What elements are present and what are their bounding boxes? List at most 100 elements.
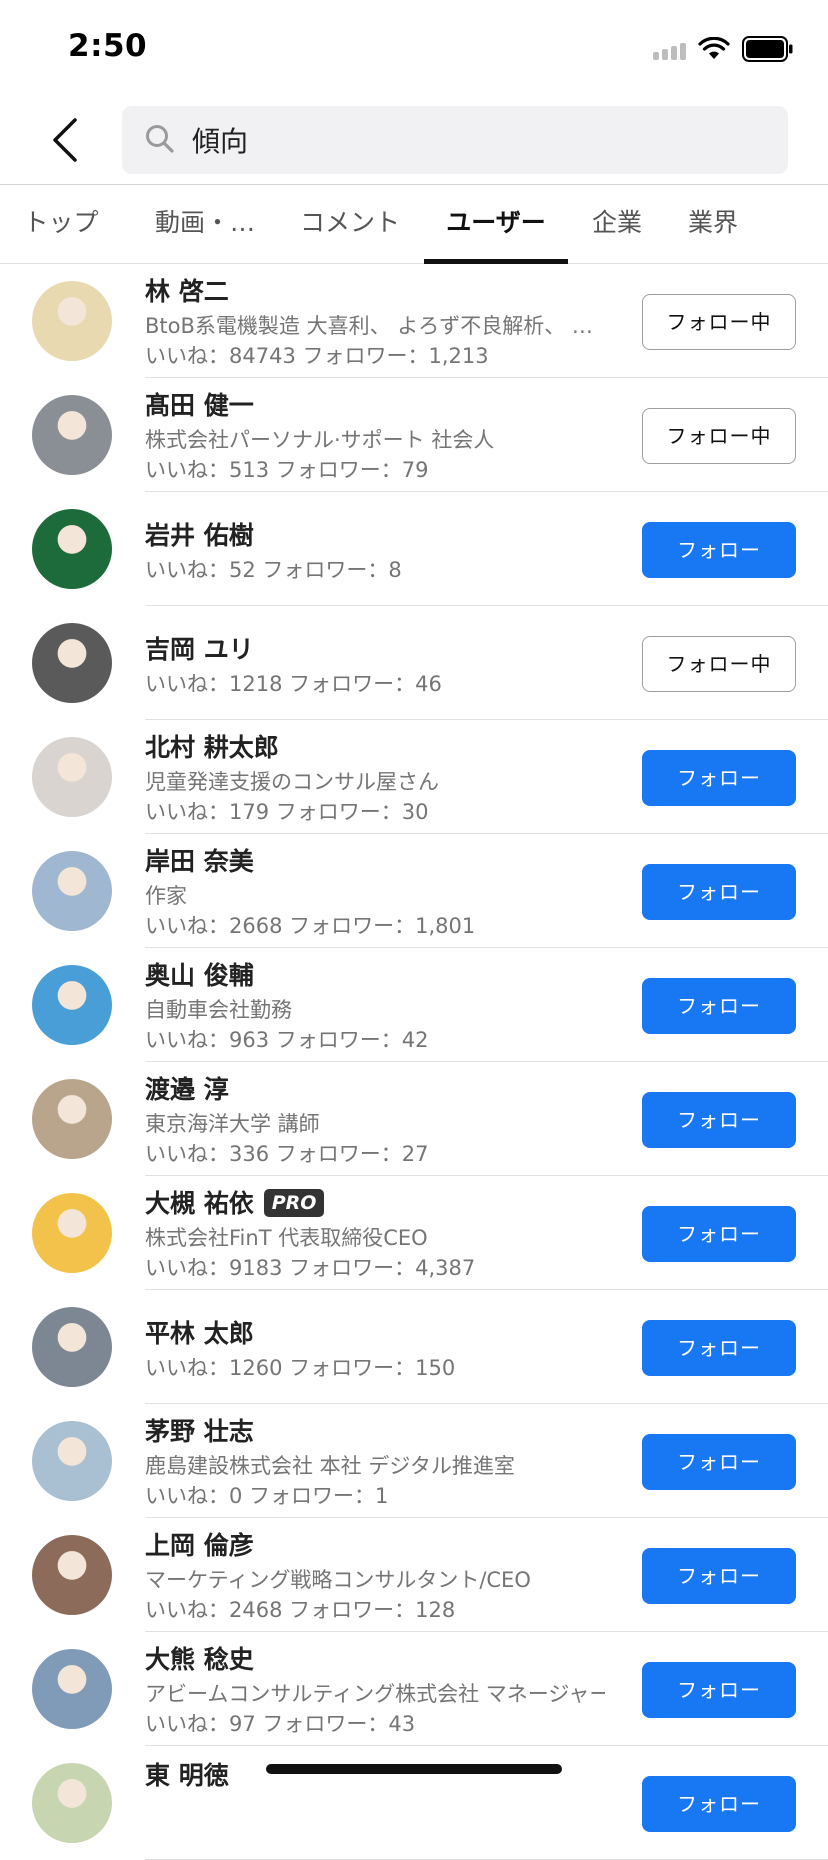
user-stats: いいね：336 フォロワー：27 (145, 1142, 429, 1166)
following-button[interactable]: フォロー中 (642, 294, 796, 350)
search-input[interactable] (192, 106, 752, 174)
tab-bar: トップ 動画・… コメント ユーザー 企業 業界 (0, 185, 828, 264)
search-icon (146, 125, 174, 153)
user-name-row: 岸田 奈美 (145, 842, 254, 878)
user-stats: いいね：513 フォロワー：79 (145, 458, 429, 482)
avatar[interactable] (32, 851, 112, 931)
user-name: 岸田 奈美 (145, 847, 254, 876)
tab-users[interactable]: ユーザー (424, 185, 568, 264)
user-name-row: 渡邉 淳 (145, 1070, 229, 1106)
user-row[interactable]: 奥山 俊輔 自動車会社勤務 いいね：963 フォロワー：42 フォロー (0, 948, 828, 1062)
user-row[interactable]: 林 啓二 BtoB系電機製造 大喜利、 よろず不良解析、 … いいね：84743 フ… (0, 264, 828, 378)
follow-button[interactable]: フォロー (642, 1548, 796, 1604)
avatar[interactable] (32, 965, 112, 1045)
user-name-row: 北村 耕太郎 (145, 728, 279, 764)
user-name: 上岡 倫彦 (145, 1531, 254, 1560)
search-box[interactable] (122, 106, 788, 174)
search-header (0, 96, 828, 185)
pro-badge: PRO (263, 1189, 325, 1217)
tab-industries[interactable]: 業界 (676, 185, 750, 263)
user-stats: いいね：1218 フォロワー：46 (145, 672, 442, 696)
tab-top[interactable]: トップ (0, 185, 122, 263)
follow-button[interactable]: フォロー (642, 1320, 796, 1376)
avatar[interactable] (32, 395, 112, 475)
tab-label: ユーザー (446, 208, 546, 237)
user-row[interactable]: 大熊 稔史 アビームコンサルティング株式会社 マネージャー いいね：97 フォロワー… (0, 1632, 828, 1746)
user-name: 吉岡 ユリ (145, 635, 254, 664)
user-stats: いいね：52 フォロワー：8 (145, 558, 402, 582)
back-button[interactable] (40, 110, 90, 170)
user-stats: いいね：179 フォロワー：30 (145, 800, 429, 824)
tab-label: トップ (23, 208, 99, 237)
user-stats: いいね：1260 フォロワー：150 (145, 1356, 456, 1380)
tab-videos[interactable]: 動画・… (140, 185, 270, 263)
following-button[interactable]: フォロー中 (642, 636, 796, 692)
user-name-row: 大槻 祐依 PRO (145, 1184, 325, 1220)
follow-button[interactable]: フォロー (642, 750, 796, 806)
wifi-icon (698, 37, 730, 61)
user-name: 北村 耕太郎 (145, 733, 279, 762)
user-row[interactable]: 渡邉 淳東京海洋大学 講師 いいね：336 フォロワー：27 フォロー (0, 1062, 828, 1176)
user-name-row: 茅野 壮志 (145, 1412, 254, 1448)
user-description: 自動車会社勤務 (145, 998, 292, 1022)
user-description: 作家 (145, 884, 187, 908)
battery-icon (742, 36, 794, 62)
user-row[interactable]: 北村 耕太郎児童発達支援のコンサル屋さん いいね：179 フォロワー：30 フォロー (0, 720, 828, 834)
user-row[interactable]: 平林 太郎いいね：1260 フォロワー：150 フォロー (0, 1290, 828, 1404)
user-row[interactable]: 上岡 倫彦 マーケティング戦略コンサルタント/CEO いいね：2468 フォロワー：… (0, 1518, 828, 1632)
user-stats: いいね：2468 フォロワー：128 (145, 1598, 456, 1622)
follow-button[interactable]: フォロー (642, 522, 796, 578)
user-description: 株式会社パーソナル·サポート 社会人 (145, 428, 495, 452)
avatar[interactable] (32, 1535, 112, 1615)
chevron-left-icon (53, 118, 77, 162)
follow-button[interactable]: フォロー (642, 864, 796, 920)
user-name-row: 奥山 俊輔 (145, 956, 254, 992)
follow-button[interactable]: フォロー (642, 978, 796, 1034)
follow-button[interactable]: フォロー (642, 1776, 796, 1832)
follow-button[interactable]: フォロー (642, 1662, 796, 1718)
avatar[interactable] (32, 509, 112, 589)
user-name: 林 啓二 (145, 277, 229, 306)
avatar[interactable] (32, 1193, 112, 1273)
user-row[interactable]: 岸田 奈美 作家 いいね：2668 フォロワー：1,801 フォロー (0, 834, 828, 948)
tab-companies[interactable]: 企業 (580, 185, 654, 263)
status-bar: 2:50 (0, 0, 828, 96)
user-name: 髙田 健一 (145, 391, 254, 420)
user-description: アビームコンサルティング株式会社 マネージャー (145, 1682, 605, 1706)
user-name-row: 林 啓二 (145, 272, 229, 308)
user-stats: いいね：9183 フォロワー：4,387 (145, 1256, 476, 1280)
user-row[interactable]: 岩井 佑樹 いいね：52 フォロワー：8 フォロー (0, 492, 828, 606)
user-name-row: 大熊 稔史 (145, 1640, 254, 1676)
user-row[interactable]: 茅野 壮志 鹿島建設株式会社 本社 デジタル推進室 いいね：0 フォロワー：1 フォロ… (0, 1404, 828, 1518)
user-name: 大熊 稔史 (145, 1645, 254, 1674)
user-row[interactable]: 髙田 健一株式会社パーソナル·サポート 社会人 いいね：513 フォロワー：79 フ… (0, 378, 828, 492)
avatar[interactable] (32, 1421, 112, 1501)
tab-label: コメント (299, 208, 400, 237)
user-name-row: 吉岡 ユリ (145, 630, 254, 666)
avatar[interactable] (32, 1649, 112, 1729)
tab-label: 動画・… (154, 208, 255, 237)
user-description: 児童発達支援のコンサル屋さん (145, 770, 439, 794)
follow-button[interactable]: フォロー (642, 1434, 796, 1490)
user-stats: いいね：0 フォロワー：1 (145, 1484, 389, 1508)
user-name-row: 髙田 健一 (145, 386, 254, 422)
user-name: 大槻 祐依 (145, 1189, 254, 1218)
tab-label: 業界 (687, 208, 738, 237)
user-name: 東 明徳 (145, 1761, 229, 1790)
avatar[interactable] (32, 737, 112, 817)
user-row[interactable]: 大槻 祐依 PRO 株式会社FinT 代表取締役CEO いいね：9183 フォロワー：… (0, 1176, 828, 1290)
following-button[interactable]: フォロー中 (642, 408, 796, 464)
cellular-signal-icon (653, 38, 686, 60)
avatar[interactable] (32, 1079, 112, 1159)
user-description: 株式会社FinT 代表取締役CEO (145, 1226, 428, 1250)
avatar[interactable] (32, 281, 112, 361)
follow-button[interactable]: フォロー (642, 1092, 796, 1148)
user-name: 平林 太郎 (145, 1319, 254, 1348)
tab-comments[interactable]: コメント (290, 185, 410, 263)
avatar[interactable] (32, 623, 112, 703)
avatar[interactable] (32, 1763, 112, 1843)
user-row[interactable]: 吉岡 ユリいいね：1218 フォロワー：46 フォロー中 (0, 606, 828, 720)
avatar[interactable] (32, 1307, 112, 1387)
user-name-row: 東 明徳 (145, 1756, 229, 1792)
follow-button[interactable]: フォロー (642, 1206, 796, 1262)
